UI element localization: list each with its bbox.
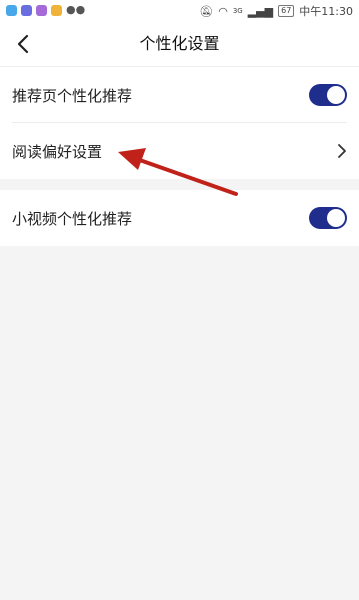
settings-group-1: 推荐页个性化推荐 阅读偏好设置 <box>0 67 359 179</box>
app-icon-4 <box>51 5 62 16</box>
app-icon-2 <box>21 5 32 16</box>
wechat-icon: ●● <box>66 3 86 16</box>
wifi-icon: ◠ <box>218 4 228 18</box>
reading-preference-label: 阅读偏好设置 <box>12 142 103 161</box>
status-bar: ●● 🔕︎ ◠ 3G ▂▄▆ 67 中午11:30 <box>0 0 359 22</box>
network-type: 3G <box>232 7 243 15</box>
short-video-personalization-row: 小视频个性化推荐 <box>0 190 359 246</box>
short-video-personalization-label: 小视频个性化推荐 <box>12 209 133 228</box>
title-bar: 个性化设置 <box>0 22 359 67</box>
settings-group-2: 小视频个性化推荐 <box>0 190 359 246</box>
mute-icon: 🔕︎ <box>199 4 214 18</box>
page-title: 个性化设置 <box>139 34 220 53</box>
app-icon-3 <box>36 5 47 16</box>
recommend-page-personalization-toggle[interactable] <box>309 84 347 106</box>
reading-preference-row[interactable]: 阅读偏好设置 <box>0 123 359 179</box>
recommend-page-personalization-row: 推荐页个性化推荐 <box>0 67 359 123</box>
toggle-knob <box>327 209 345 227</box>
toggle-knob <box>327 86 345 104</box>
status-time: 中午11:30 <box>299 5 353 18</box>
short-video-personalization-toggle[interactable] <box>309 207 347 229</box>
app-icon-1 <box>6 5 17 16</box>
status-right: 🔕︎ ◠ 3G ▂▄▆ 67 中午11:30 <box>199 3 353 19</box>
battery-icon: 67 <box>278 5 295 17</box>
signal-icon: ▂▄▆ <box>247 4 274 18</box>
chevron-right-icon <box>338 144 346 158</box>
recommend-page-personalization-label: 推荐页个性化推荐 <box>12 86 133 105</box>
